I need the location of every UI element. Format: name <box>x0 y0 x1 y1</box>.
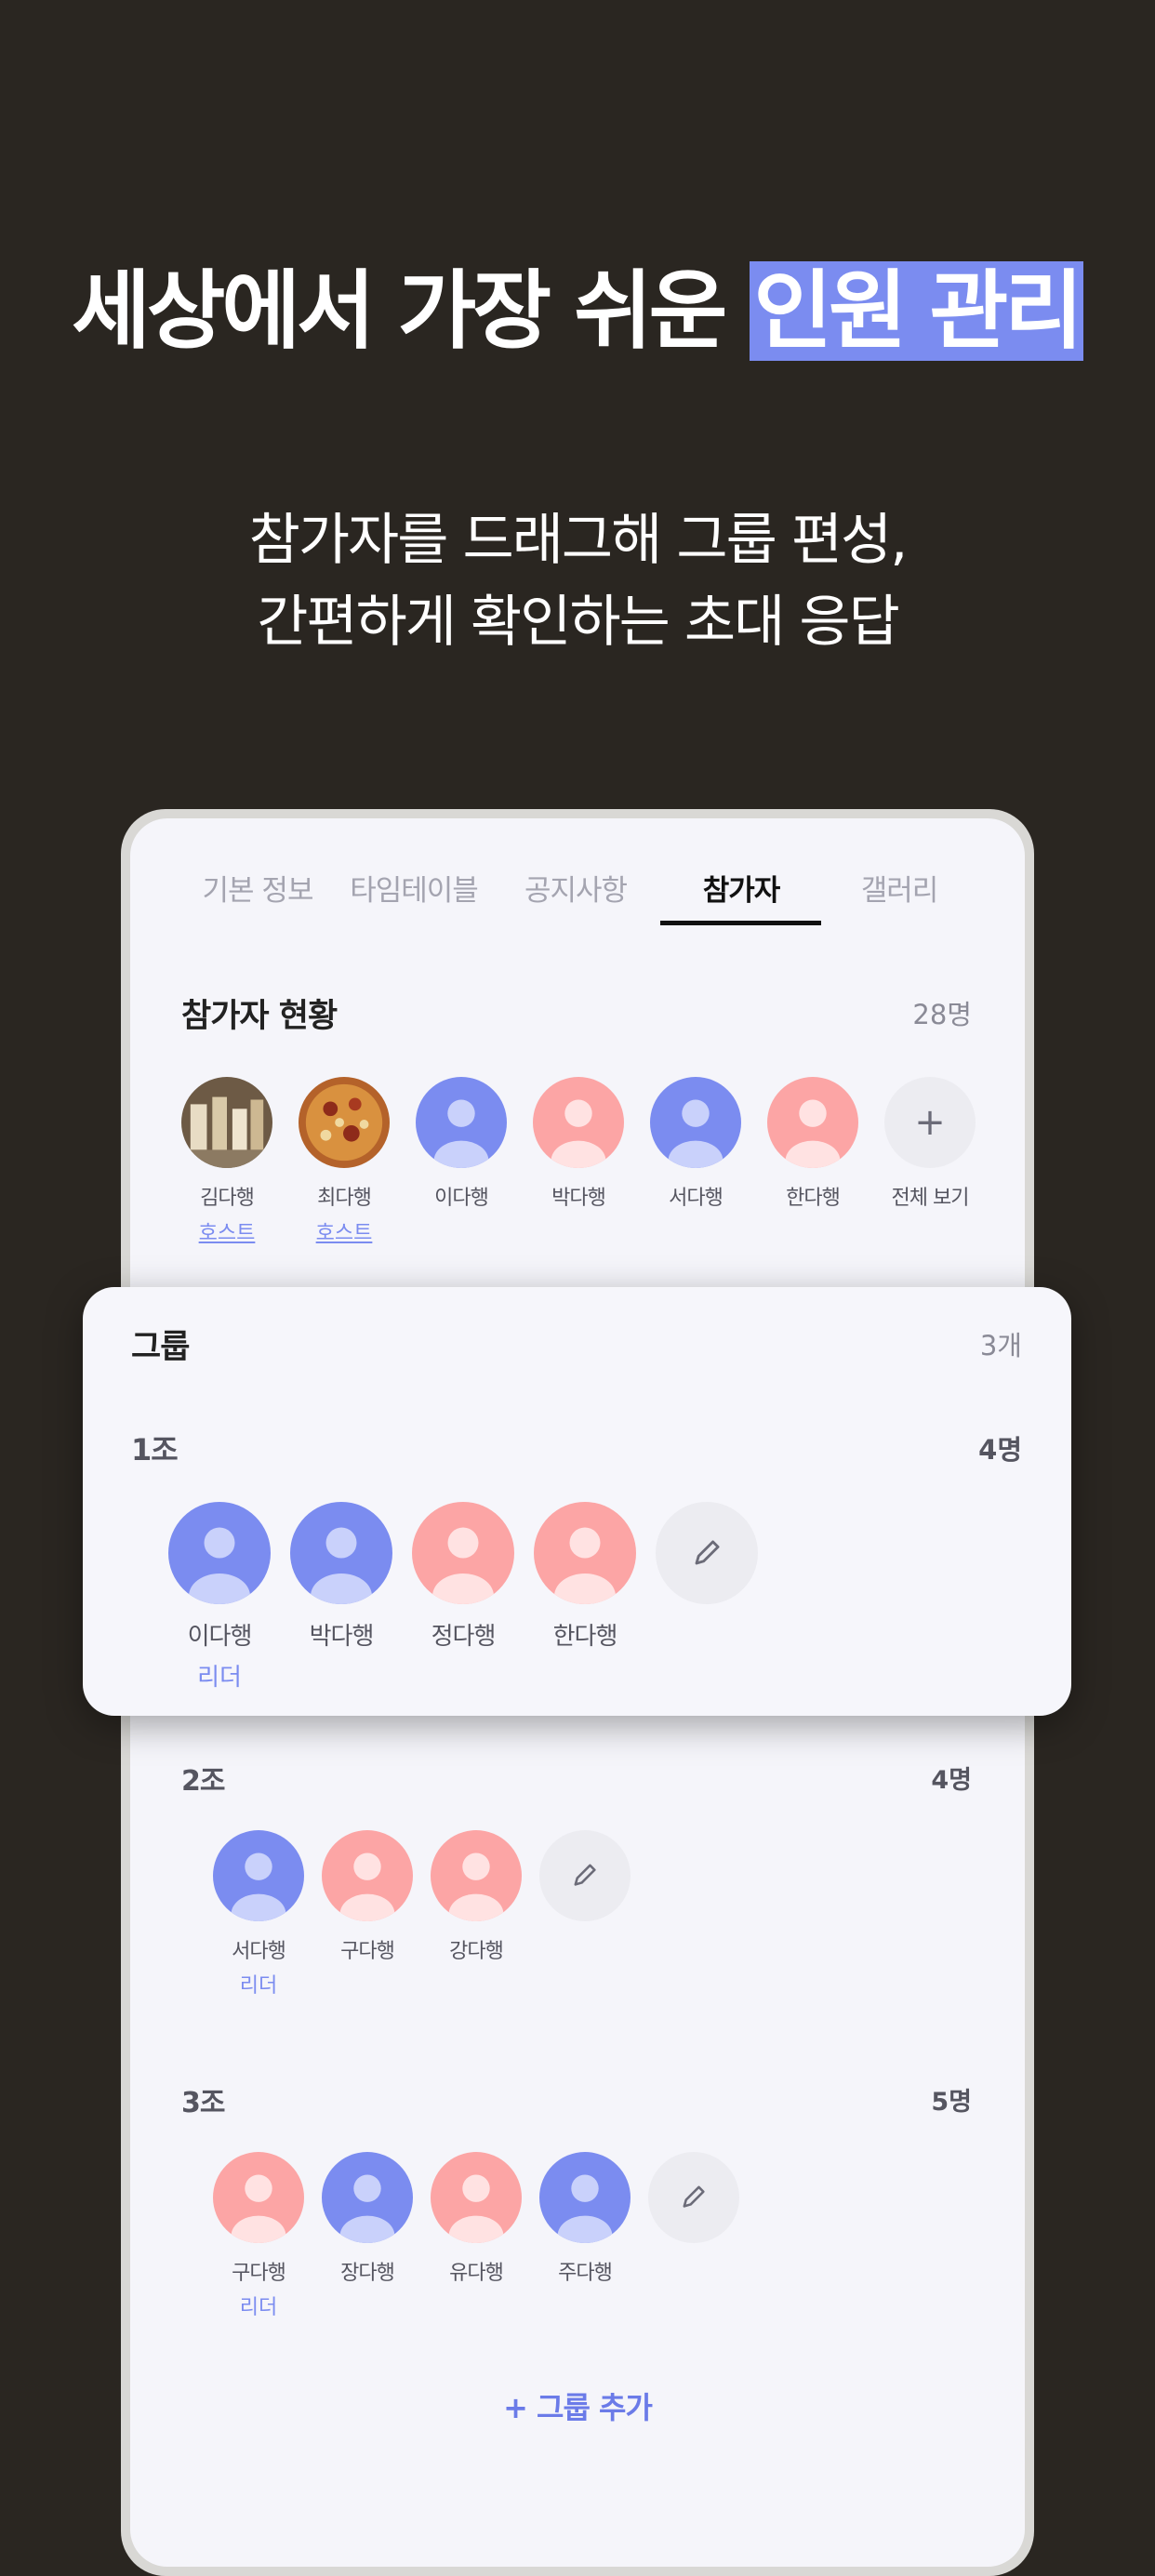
plus-icon: + <box>914 1101 946 1144</box>
subtitle-line-1: 참가자를 드래그해 그룹 편성, <box>248 508 909 573</box>
groups-title: 그룹 <box>131 1329 190 1366</box>
participant-name: 최다행 <box>317 1187 372 1210</box>
pencil-icon <box>683 2185 706 2209</box>
group-card: 그룹 3개 1조 4명 이다행리더 박다행 정다행 한다행 <box>83 1287 1071 1716</box>
member-name: 박다행 <box>309 1623 375 1651</box>
group-3-name: 3조 <box>181 2087 225 2119</box>
avatar[interactable] <box>299 1077 390 1168</box>
host-badge: 호스트 <box>315 1222 373 1245</box>
member-name: 이다행 <box>187 1623 253 1651</box>
headline-highlight: 인원 관리 <box>750 261 1083 361</box>
member-name: 한다행 <box>552 1623 618 1651</box>
avatar[interactable] <box>533 1077 624 1168</box>
subtitle-line-2: 간편하게 확인하는 초대 응답 <box>257 590 900 655</box>
headline: 세상에서 가장 쉬운 인원 관리 <box>0 260 1155 363</box>
avatar[interactable] <box>767 1077 858 1168</box>
tab-gallery[interactable]: 갤러리 <box>816 867 982 932</box>
leader-badge: 리더 <box>239 2296 278 2320</box>
headline-prefix: 세상에서 가장 쉬운 <box>72 261 750 361</box>
member-avatar[interactable] <box>290 1502 392 1604</box>
member-avatar[interactable] <box>322 1830 413 1921</box>
participant-name: 한다행 <box>786 1187 841 1210</box>
participants-title: 참가자 현황 <box>181 998 338 1035</box>
member-name: 정다행 <box>431 1623 497 1651</box>
tab-basic-info[interactable]: 기본 정보 <box>175 867 340 932</box>
member-avatar[interactable] <box>168 1502 271 1604</box>
member-avatar[interactable] <box>322 2152 413 2243</box>
participant-name: 서다행 <box>669 1187 724 1210</box>
participant-name: 이다행 <box>434 1187 489 1210</box>
member-name: 강다행 <box>449 1940 504 1963</box>
tab-notices[interactable]: 공지사항 <box>493 867 658 932</box>
pencil-icon <box>574 1864 597 1887</box>
add-group-button[interactable]: + 그룹 추가 <box>130 2384 1025 2427</box>
participant-name: 김다행 <box>200 1187 255 1210</box>
active-tab-indicator <box>660 921 821 925</box>
member-avatar[interactable] <box>412 1502 514 1604</box>
edit-group-button[interactable] <box>656 1502 758 1604</box>
groups-count: 3개 <box>979 1330 1022 1361</box>
member-avatar[interactable] <box>431 2152 522 2243</box>
group-1-count: 4명 <box>978 1434 1022 1466</box>
group-3-count: 5명 <box>931 2088 972 2117</box>
avatar[interactable] <box>650 1077 741 1168</box>
view-all-button[interactable]: + <box>884 1077 976 1168</box>
member-avatar[interactable] <box>534 1502 636 1604</box>
member-name: 주다행 <box>558 2262 613 2285</box>
participant-name: 박다행 <box>551 1187 606 1210</box>
leader-badge: 리더 <box>239 1974 278 1998</box>
avatar[interactable] <box>181 1077 272 1168</box>
member-avatar[interactable] <box>213 2152 304 2243</box>
group-2-count: 4명 <box>931 1766 972 1795</box>
avatar[interactable] <box>416 1077 507 1168</box>
member-avatar[interactable] <box>539 2152 631 2243</box>
host-badge: 호스트 <box>198 1222 256 1245</box>
edit-group-button[interactable] <box>648 2152 739 2243</box>
member-avatar[interactable] <box>431 1830 522 1921</box>
group-1-name: 1조 <box>131 1432 179 1467</box>
participants-count: 28명 <box>912 999 972 1030</box>
edit-group-button[interactable] <box>539 1830 631 1921</box>
view-all-label: 전체 보기 <box>891 1187 970 1210</box>
group-2-name: 2조 <box>181 1765 225 1798</box>
tab-timetable[interactable]: 타임테이블 <box>331 867 497 932</box>
member-avatar[interactable] <box>213 1830 304 1921</box>
pencil-icon <box>695 1540 720 1565</box>
leader-badge: 리더 <box>197 1664 242 1693</box>
